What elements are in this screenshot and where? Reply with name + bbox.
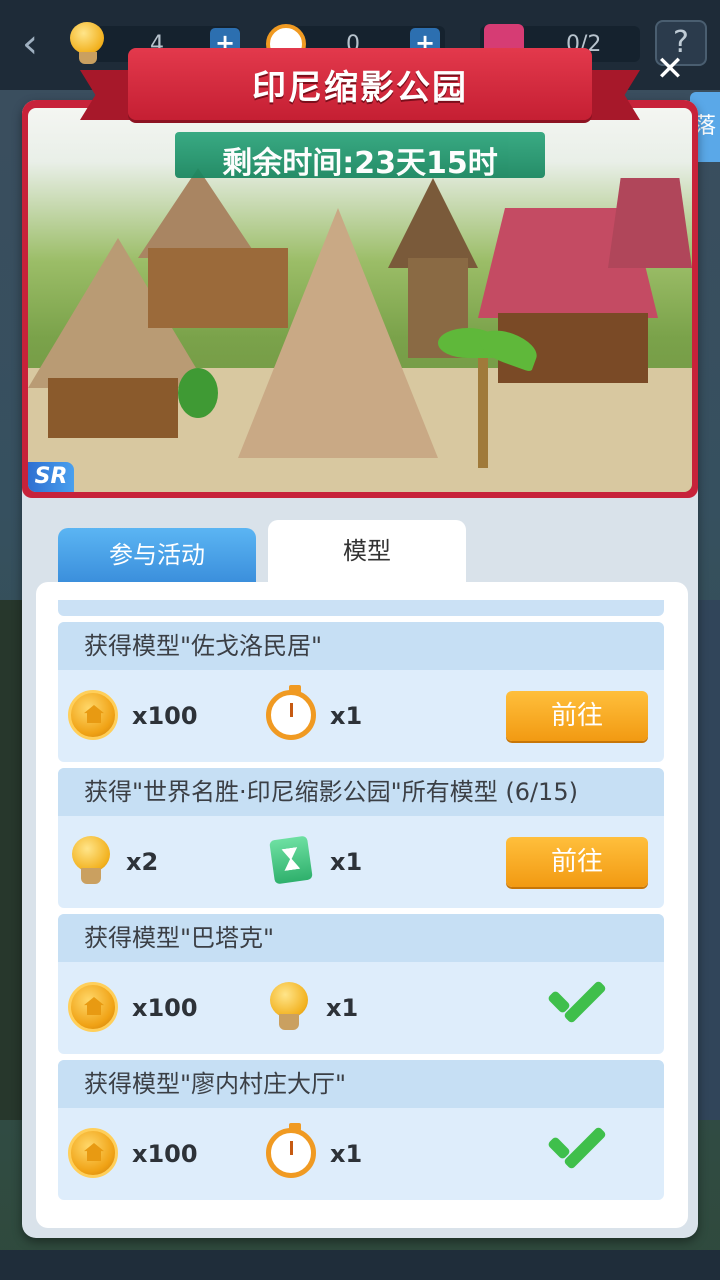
house-wall [148, 248, 288, 328]
reward-amount: x1 [330, 702, 363, 730]
panel-title: 印尼缩影公园 [252, 68, 468, 108]
task-card: 获得模型"佐戈洛民居" x100 x1 前往 [58, 622, 664, 762]
reward-amount: x1 [330, 1140, 363, 1168]
stopwatch-icon [266, 685, 316, 740]
remaining-time-bar: 剩余时间:23天15时 [175, 132, 545, 181]
tab-participate-activity[interactable]: 参与活动 [58, 528, 256, 582]
reward-amount: x1 [326, 994, 359, 1022]
hut-wall [48, 378, 178, 438]
go-button[interactable]: 前往 [506, 837, 648, 887]
rarity-badge: SR [28, 462, 74, 492]
reward-amount: x100 [132, 994, 198, 1022]
remaining-time-text: 剩余时间:23天15时 [222, 146, 498, 181]
completed-check-icon [544, 1124, 610, 1174]
stopwatch-icon [266, 1123, 316, 1178]
tower-roof [388, 178, 478, 268]
task-card: 获得模型"廖内村庄大厅" x100 x1 [58, 1060, 664, 1200]
completed-check-icon [544, 978, 610, 1028]
close-button[interactable]: ✕ [650, 50, 690, 90]
task-rewards: x100 x1 [58, 1108, 664, 1200]
lightbulb-icon [264, 982, 314, 1032]
task-card: 获得"世界名胜·印尼缩影公园"所有模型 (6/15) x2 x1 前往 [58, 768, 664, 908]
title-ribbon: 印尼缩影公园 [80, 48, 640, 128]
back-arrow-icon[interactable]: ‹ [22, 22, 62, 66]
palm-trunk [478, 358, 488, 468]
task-rewards: x100 x1 [58, 962, 664, 1054]
tree [178, 368, 218, 418]
lightbulb-icon [66, 836, 116, 886]
hourglass-card-icon [268, 835, 318, 886]
task-card: 获得模型"巴塔克" x100 x1 [58, 914, 664, 1054]
go-button[interactable]: 前往 [506, 691, 648, 741]
coin-icon [68, 690, 118, 740]
task-title: 获得模型"廖内村庄大厅" [58, 1060, 664, 1108]
task-title: 获得模型"巴塔克" [58, 914, 664, 962]
task-rewards: x100 x1 前往 [58, 670, 664, 762]
task-title: 获得"世界名胜·印尼缩影公园"所有模型 (6/15) [58, 768, 664, 816]
task-list[interactable]: 获得模型"佐戈洛民居" x100 x1 前往 获得"世界名胜·印尼缩影公园"所有… [36, 582, 688, 1228]
red-roof-far [608, 178, 692, 268]
reward-amount: x100 [132, 702, 198, 730]
bottom-edge [0, 1250, 720, 1280]
reward-amount: x100 [132, 1140, 198, 1168]
task-rewards: x2 x1 前往 [58, 816, 664, 908]
list-top-edge [58, 600, 664, 616]
reward-amount: x1 [330, 848, 363, 876]
coin-icon [68, 982, 118, 1032]
reward-amount: x2 [126, 848, 159, 876]
coin-icon [68, 1128, 118, 1178]
tab-models[interactable]: 模型 [268, 520, 466, 582]
task-title: 获得模型"佐戈洛民居" [58, 622, 664, 670]
